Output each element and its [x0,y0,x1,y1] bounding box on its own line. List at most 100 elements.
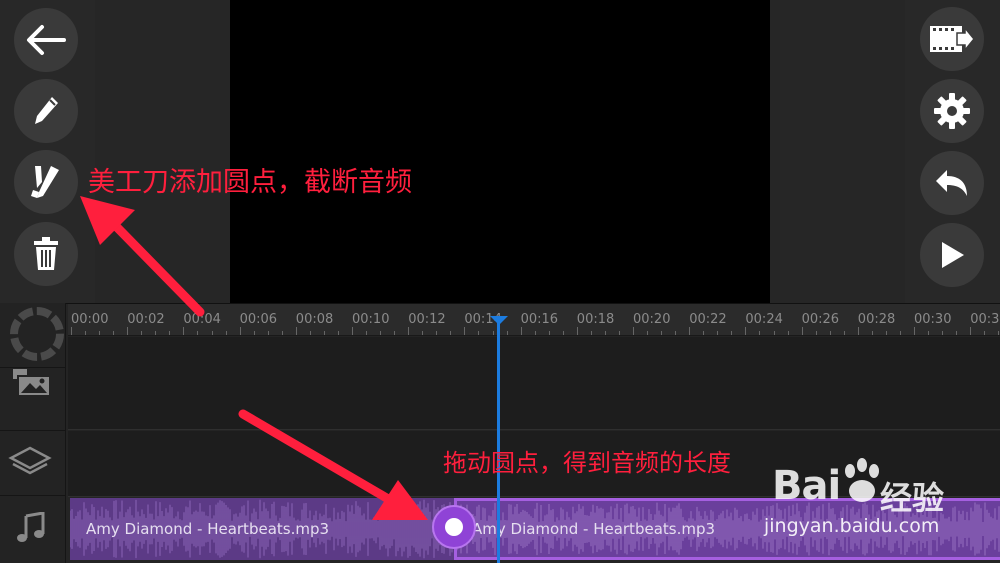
overlay-track-button[interactable] [8,444,52,484]
audio-clip-label: Amy Diamond - Heartbeats.mp3 [472,520,716,538]
ruler-tick [436,331,438,335]
audio-clip-label: Amy Diamond - Heartbeats.mp3 [86,520,330,538]
ruler-tick [548,331,550,335]
video-track-button[interactable] [12,368,52,402]
ruler-tick [352,327,353,335]
edit-button[interactable] [14,79,78,143]
ruler-tick [956,331,958,335]
ruler-tick [647,331,649,335]
playhead-marker[interactable] [490,316,508,325]
video-preview [230,0,770,303]
split-knife-icon [31,166,59,198]
ruler-tick [323,331,325,335]
ruler-tick [380,331,382,335]
split-button[interactable] [14,150,78,214]
ruler-tick [815,331,817,335]
ruler-tick [225,331,227,335]
ruler-tick [520,327,522,335]
baidu-watermark: Bai 经验 jingyan.baidu.com [752,455,1000,563]
back-arrow-icon [27,25,66,55]
ruler-tick [998,331,1000,335]
ruler-tick [464,327,466,335]
paw-icon [845,458,879,502]
media-icon [13,369,51,397]
ruler-tick [801,327,803,335]
ruler-tick [394,331,396,335]
preview-margin-right [770,0,905,303]
ruler-tick [492,331,494,335]
ruler-tick [366,331,368,335]
delete-button[interactable] [14,222,78,286]
ruler-tick-label: 00:28 [857,312,896,327]
ruler-tick [337,331,339,335]
ruler-tick [618,331,620,335]
ruler-tick [871,331,873,335]
ruler-tick [590,331,592,335]
ruler-tick [295,327,297,335]
ruler-tick-label: 00:26 [801,312,840,327]
time-ruler[interactable]: 00:00 00:02 00:04 00:06 00:08 00:10 00:12 00:14… [68,304,1000,336]
ruler-tick [928,331,930,335]
audio-track-button[interactable] [16,511,46,548]
ruler-tick [604,331,606,335]
ruler-tick [534,331,536,335]
ruler-tick [675,331,677,335]
ruler-tick [506,331,508,335]
ruler-tick-label: 00:18 [576,312,615,327]
video-track[interactable] [68,337,1000,430]
audio-clip[interactable]: Amy Diamond - Heartbeats.mp3 [70,498,454,560]
split-point-dot [445,518,463,536]
ruler-tick [745,327,747,335]
ruler-tick [85,331,87,335]
ruler-tick [773,331,775,335]
ruler-tick-label: 00:30 [914,312,952,327]
ruler-tick [829,331,831,335]
ruler-tick [183,327,185,335]
ruler-tick [450,331,452,335]
ruler-tick [169,331,171,335]
ruler-tick [253,331,255,335]
back-button[interactable] [14,8,78,72]
ruler-tick [731,331,733,335]
ruler-tick [71,327,72,335]
ruler-tick [127,327,129,335]
split-point-handle[interactable] [432,505,476,549]
ruler-tick [633,327,634,335]
settings-button[interactable] [920,79,984,143]
ruler-tick [141,331,143,335]
ruler-tick [155,331,157,335]
gear-icon [934,93,970,129]
ruler-tick-label: 00:24 [745,312,783,327]
ruler-tick [211,331,213,335]
export-button[interactable] [920,7,984,71]
ruler-tick [239,327,241,335]
ruler-tick [281,331,283,335]
ruler-tick [703,331,705,335]
ruler-tick-label: 00:08 [295,312,334,327]
ruler-tick-label: 00:12 [408,312,446,327]
undo-button[interactable] [920,151,984,215]
ruler-tick [759,331,761,335]
ruler-tick [309,331,311,335]
ruler-tick [99,331,101,335]
ruler-tick [717,331,719,335]
ruler-tick-label: 00:04 [183,312,221,327]
ruler-tick-label: 00:06 [239,312,278,327]
ruler-tick [984,331,986,335]
ruler-tick [422,331,424,335]
ruler-tick [408,327,410,335]
ruler-tick-label: 00:22 [689,312,727,327]
playhead[interactable] [497,318,500,563]
ruler-tick [661,331,663,335]
ruler-tick-label: 00:16 [520,312,559,327]
ruler-tick-label: 00:20 [633,312,671,327]
ruler-tick-label: 00:02 [127,312,165,327]
annotation-drag-handle: 拖动圆点，得到音频的长度 [443,449,731,477]
ruler-tick [899,331,901,335]
ruler-tick [787,331,789,335]
ruler-tick [914,327,915,335]
export-film-icon [930,25,975,53]
layers-icon [8,446,52,475]
ruler-tick [197,331,199,335]
play-button[interactable] [920,223,984,287]
